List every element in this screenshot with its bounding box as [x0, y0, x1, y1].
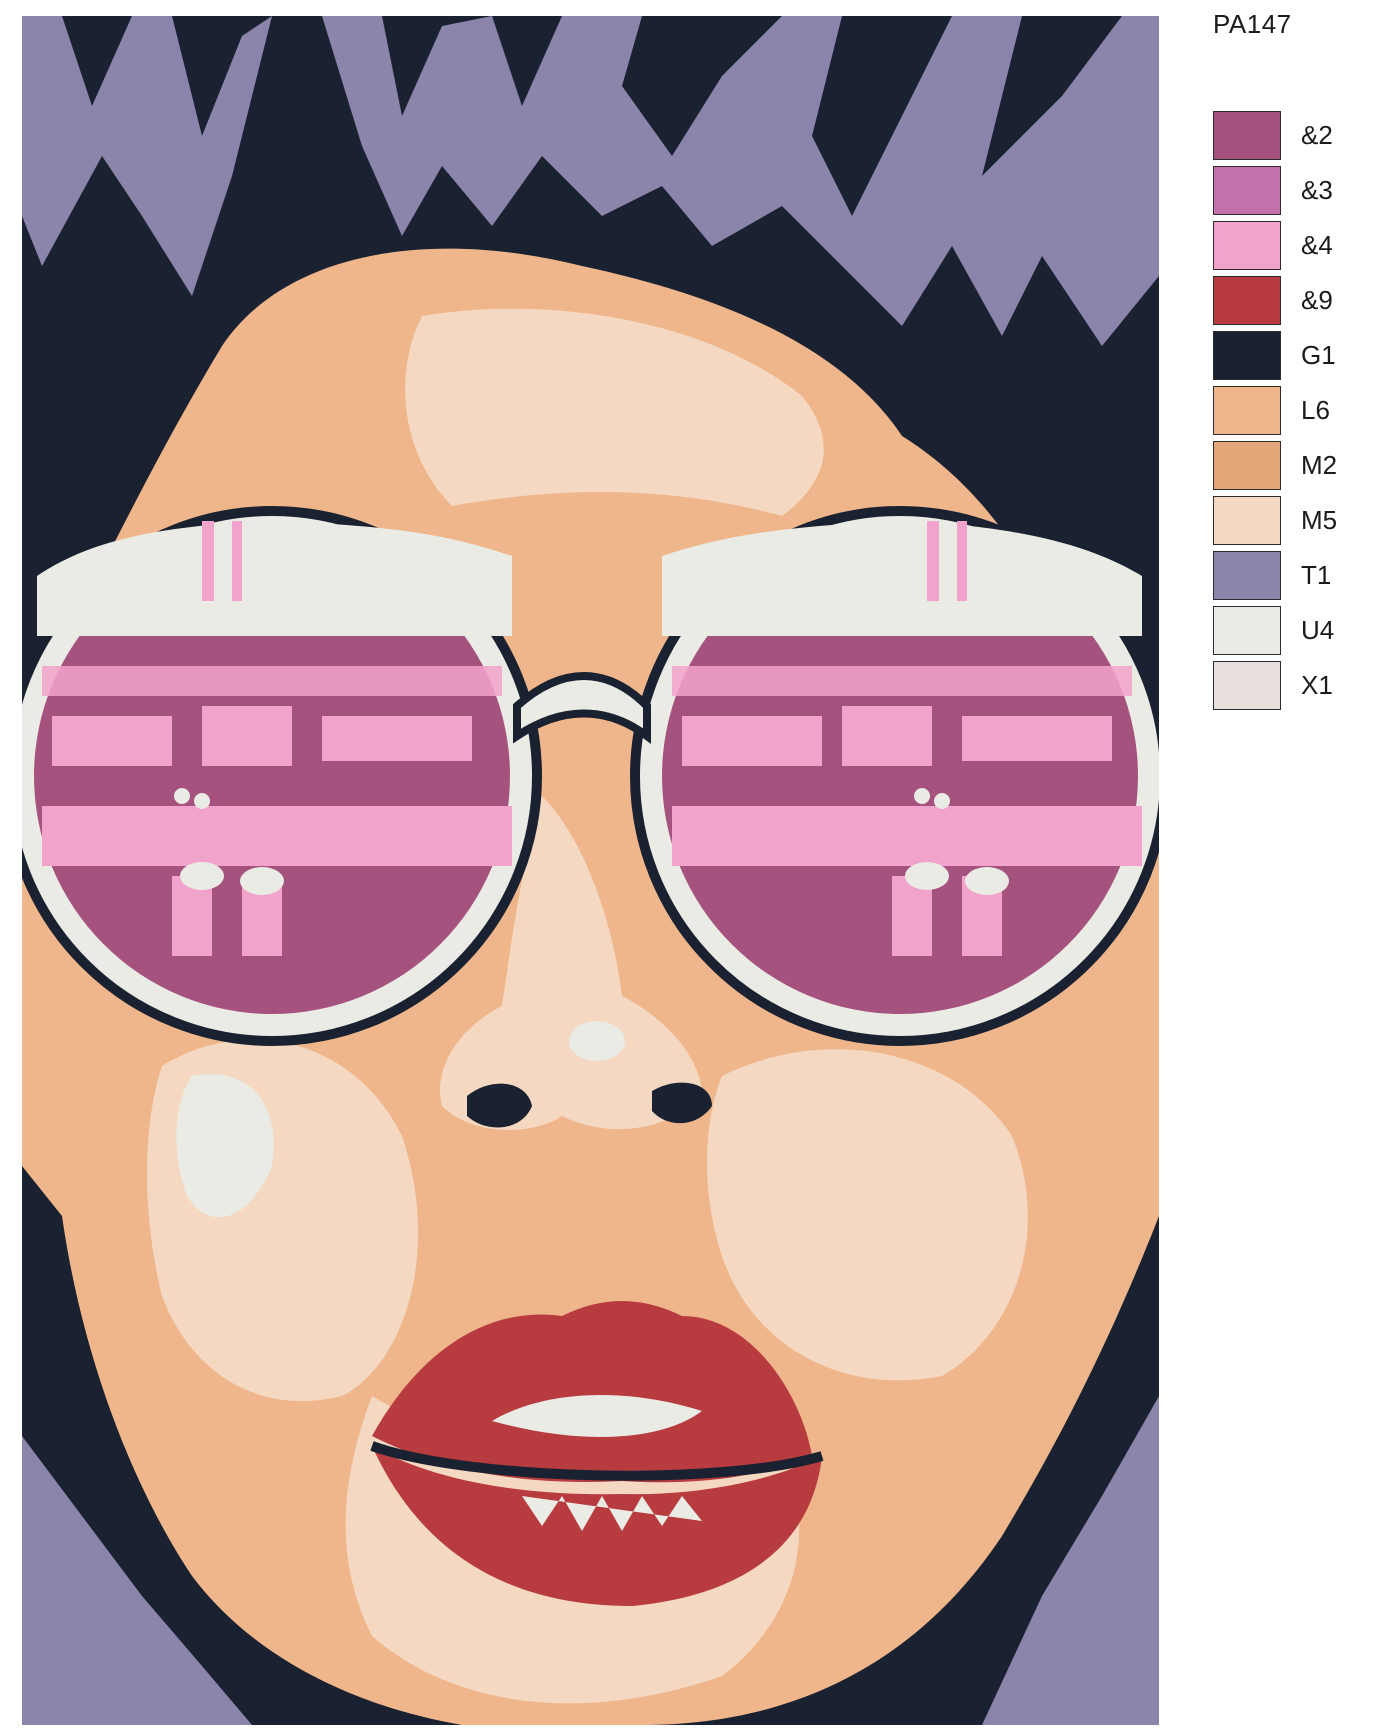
legend-item: U4: [1213, 603, 1363, 658]
color-swatch: [1213, 496, 1281, 545]
color-swatch: [1213, 551, 1281, 600]
color-swatch: [1213, 166, 1281, 215]
color-swatch: [1213, 111, 1281, 160]
legend-label: &3: [1301, 175, 1333, 205]
color-swatch: [1213, 276, 1281, 325]
legend-label: X1: [1301, 670, 1333, 700]
legend-item: L6: [1213, 383, 1363, 438]
legend-label: &9: [1301, 285, 1333, 315]
paint-by-numbers-artwork: [22, 16, 1159, 1725]
legend-label: U4: [1301, 615, 1335, 645]
legend-item: X1: [1213, 658, 1363, 713]
legend-item: &3: [1213, 163, 1363, 218]
color-swatch: [1213, 661, 1281, 710]
legend-label: G1: [1301, 340, 1336, 370]
legend-label: M5: [1301, 505, 1338, 535]
legend-label: &2: [1301, 120, 1333, 150]
legend-item: M5: [1213, 493, 1363, 548]
legend-item: &9: [1213, 273, 1363, 328]
pattern-code: PA147: [1213, 9, 1292, 39]
color-swatch: [1213, 221, 1281, 270]
legend-label: T1: [1301, 560, 1332, 590]
legend-label: M2: [1301, 450, 1338, 480]
legend-item: &4: [1213, 218, 1363, 273]
color-swatch: [1213, 386, 1281, 435]
color-swatch: [1213, 331, 1281, 380]
color-swatch: [1213, 441, 1281, 490]
legend-item: M2: [1213, 438, 1363, 493]
color-swatch: [1213, 606, 1281, 655]
legend-item: G1: [1213, 328, 1363, 383]
legend-label: L6: [1301, 395, 1330, 425]
color-legend: &2 &3 &4 &9 G1 L6 M2 M5 T1 U4 X1: [1213, 108, 1363, 713]
legend-label: &4: [1301, 230, 1333, 260]
legend-item: T1: [1213, 548, 1363, 603]
legend-item: &2: [1213, 108, 1363, 163]
